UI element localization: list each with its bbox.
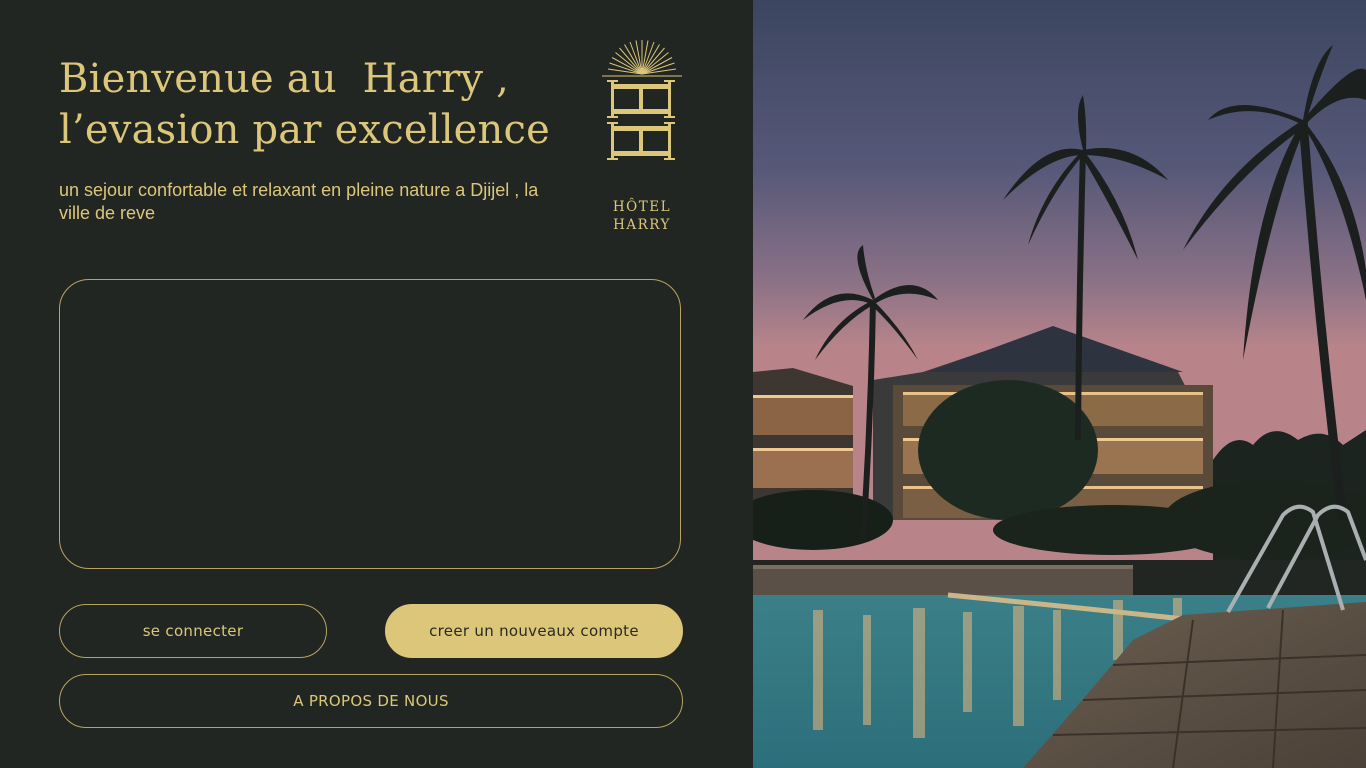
hotel-photo: [753, 0, 1366, 768]
about-us-button[interactable]: A PROPOS DE NOUS: [59, 674, 683, 728]
welcome-subtitle: un sejour confortable et relaxant en ple…: [59, 180, 539, 223]
sunburst-monogram-icon: [602, 40, 682, 160]
login-button[interactable]: se connecter: [59, 604, 327, 658]
logo-name-line-2: HARRY: [613, 217, 671, 233]
headline-line-2: l’evasion par excellence: [59, 107, 550, 153]
content-frame: [59, 279, 681, 569]
create-account-button[interactable]: creer un nouveaux compte: [385, 604, 683, 658]
hotel-logo: HÔTEL HARRY: [600, 36, 684, 236]
headline-line-1: Bienvenue au Harry ,: [59, 56, 510, 102]
welcome-panel: Bienvenue au Harry , l’evasion par excel…: [0, 0, 753, 768]
logo-name-line-1: HÔTEL: [612, 199, 672, 215]
page-title: Bienvenue au Harry , l’evasion par excel…: [59, 54, 550, 156]
